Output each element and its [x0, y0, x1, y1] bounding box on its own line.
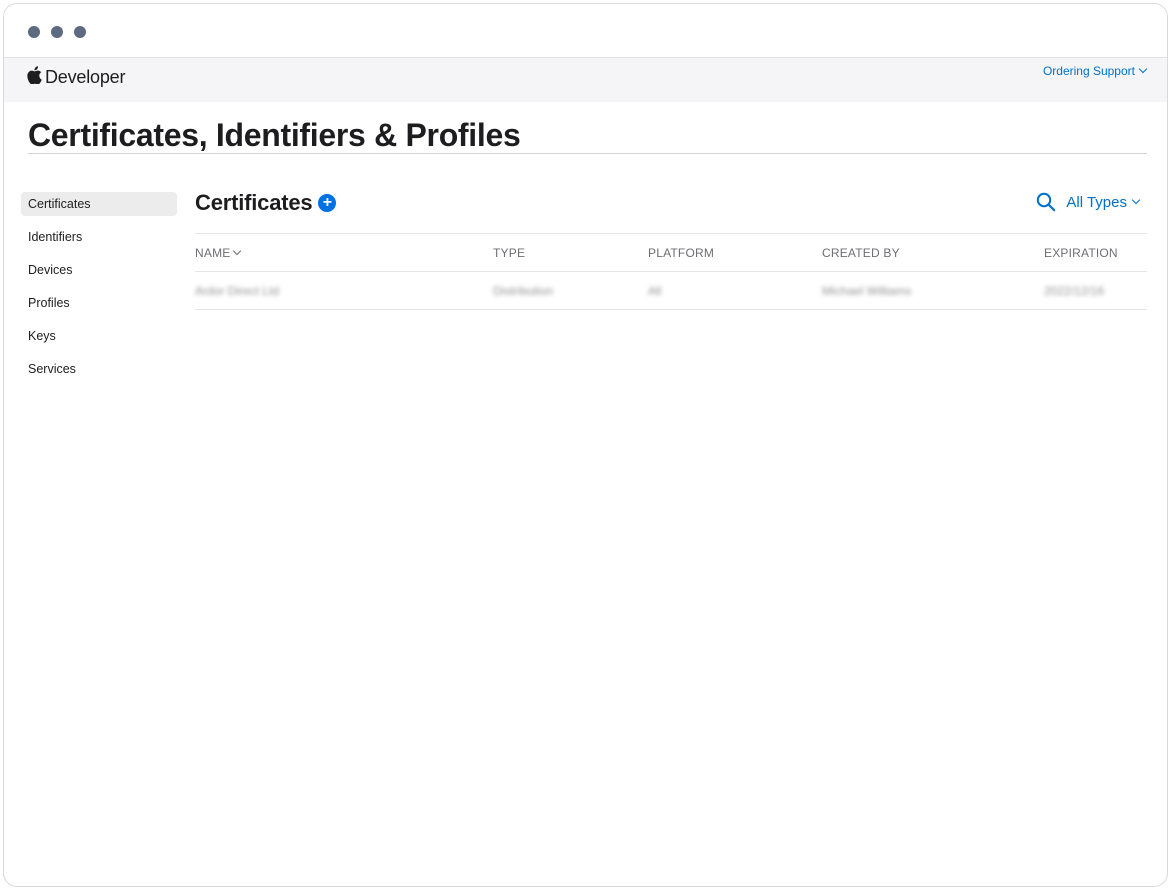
cell-created-by: Michael Williams	[822, 283, 912, 298]
zoom-dot[interactable]	[74, 26, 86, 38]
sidebar-item-services[interactable]: Services	[21, 357, 177, 381]
cell-expiration: 2022/12/16	[1044, 283, 1105, 298]
search-button[interactable]	[1036, 192, 1056, 212]
column-header-name-label: NAME	[195, 245, 231, 260]
table-header-row: NAME TYPE PLATFORM CREATED BY EXPIRATION	[195, 233, 1147, 272]
column-header-type: TYPE	[493, 233, 648, 272]
support-link-label: Ordering Support	[1042, 64, 1135, 78]
column-header-name[interactable]: NAME	[195, 233, 493, 272]
chevron-down-icon	[1138, 64, 1148, 74]
certificates-table: NAME TYPE PLATFORM CREATED BY EXPIRATION…	[195, 233, 1147, 310]
cell-name: Ardor Direct Ltd	[195, 283, 280, 298]
developer-home-link[interactable]: Developer	[27, 66, 125, 89]
cell-type: Distribution	[493, 283, 554, 298]
filter-bar: All Types	[1036, 192, 1141, 212]
divider	[28, 153, 1147, 154]
chevron-down-icon	[233, 246, 242, 255]
browser-window: Developer Ordering Support Certificates,…	[3, 3, 1168, 887]
global-nav: Developer Ordering Support	[4, 58, 1167, 102]
sidebar-item-devices[interactable]: Devices	[21, 258, 177, 282]
cell-platform: All	[648, 283, 662, 298]
sidebar-item-keys[interactable]: Keys	[21, 324, 177, 348]
add-circle-icon: +	[322, 194, 333, 211]
add-certificate-button[interactable]: +	[318, 194, 337, 212]
close-dot[interactable]	[28, 26, 40, 38]
column-header-expiration: EXPIRATION	[1044, 233, 1147, 272]
table-row[interactable]: Ardor Direct Ltd Distribution All Michae…	[195, 271, 1147, 310]
apple-logo-icon	[27, 66, 42, 89]
type-filter-select[interactable]: All Types	[1066, 193, 1141, 211]
chevron-down-icon	[1131, 195, 1141, 205]
sidebar-item-certificates[interactable]: Certificates	[21, 192, 177, 216]
brand-label: Developer	[45, 67, 126, 87]
type-filter-label: All Types	[1066, 193, 1127, 211]
section-title: Certificates	[195, 190, 313, 215]
section-header: Certificates +	[195, 190, 337, 216]
page-title: Certificates, Identifiers & Profiles	[28, 117, 521, 153]
window-titlebar	[4, 4, 1167, 58]
ordering-support-menu[interactable]: Ordering Support	[1042, 64, 1148, 78]
sidebar-item-identifiers[interactable]: Identifiers	[21, 225, 177, 249]
sidebar-item-profiles[interactable]: Profiles	[21, 291, 177, 315]
sidebar: Certificates Identifiers Devices Profile…	[21, 192, 177, 390]
search-icon	[1037, 192, 1056, 212]
minimize-dot[interactable]	[51, 26, 63, 38]
column-header-created-by: CREATED BY	[822, 233, 1044, 272]
column-header-platform: PLATFORM	[648, 233, 822, 272]
